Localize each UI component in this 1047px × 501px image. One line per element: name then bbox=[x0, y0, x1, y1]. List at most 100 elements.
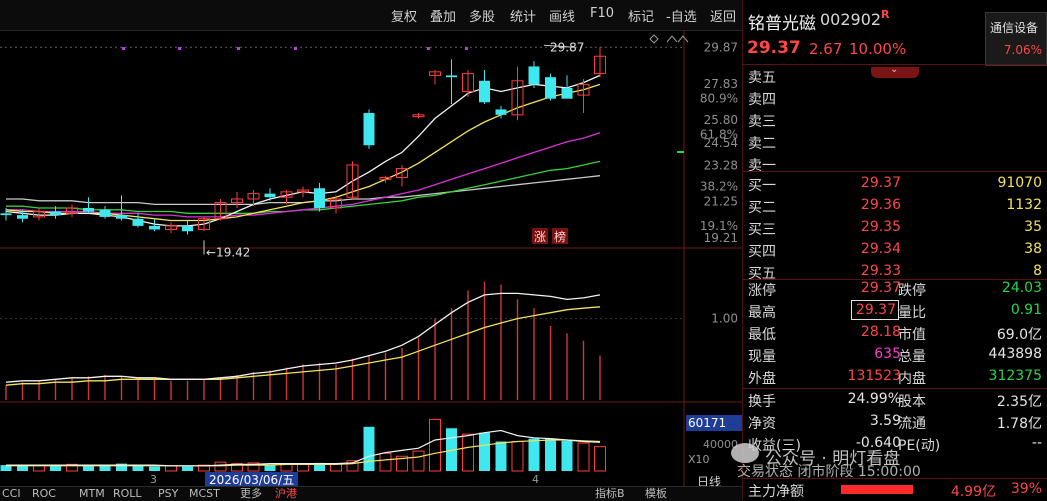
tab-more[interactable]: 更多 bbox=[240, 487, 262, 501]
tab-indicator-b[interactable]: 指标B bbox=[595, 487, 625, 501]
percent-axis-label: 19.1% bbox=[700, 219, 738, 233]
order-buy-2: 买二 29.36 1132 bbox=[748, 197, 1042, 216]
tab-mtm[interactable]: MTM bbox=[79, 487, 105, 501]
price-axis-label: 27.83 bbox=[704, 77, 738, 91]
stat-row-turnover: 换手 24.99% 股本 2.35亿 bbox=[748, 391, 1042, 410]
multi-stock-button[interactable]: 多股 bbox=[469, 6, 495, 25]
signal-dot bbox=[465, 47, 468, 50]
tab-roc[interactable]: ROC bbox=[32, 487, 56, 501]
stat-row-limits: 涨停 29.37 跌停 24.03 bbox=[748, 280, 1042, 299]
signal-dot bbox=[237, 47, 240, 50]
x-tick-april: 4 bbox=[532, 473, 539, 486]
candle-body-down bbox=[116, 215, 127, 219]
tab-hk-connect[interactable]: 沪港 bbox=[275, 487, 297, 501]
price-change-pct: 10.00% bbox=[849, 40, 907, 58]
mainflow-bar bbox=[841, 485, 913, 494]
percent-axis-label: 80.9% bbox=[700, 92, 738, 106]
candle-body-down bbox=[314, 188, 325, 208]
chart-grid bbox=[0, 30, 742, 486]
candle-body-down bbox=[50, 211, 61, 216]
price-axis-label: 23.28 bbox=[704, 158, 738, 172]
tab-roll[interactable]: ROLL bbox=[113, 487, 142, 501]
tab-psy[interactable]: PSY bbox=[158, 487, 178, 501]
candle-body-down bbox=[561, 87, 573, 99]
stat-row-outer-inner: 外盘 131523 内盘 312375 bbox=[748, 368, 1042, 387]
add-watchlist-button[interactable]: -自选 bbox=[666, 6, 697, 25]
candle-body-down bbox=[545, 77, 556, 99]
stat-row-high: 最高 29.37 量比 0.91 bbox=[748, 300, 1042, 321]
volume-bar-down bbox=[495, 441, 507, 471]
stat-row-mainflow: 主力净额 4.99亿 39% bbox=[748, 481, 1042, 500]
limit-tag-1: 涨 bbox=[534, 229, 546, 244]
f10-button[interactable]: F10 bbox=[590, 6, 614, 21]
candle-body-down bbox=[479, 80, 490, 103]
diamond-icon bbox=[649, 34, 659, 44]
volume-bar-down bbox=[132, 465, 144, 471]
volume-bar-down bbox=[99, 465, 111, 471]
last-price: 29.37 bbox=[747, 38, 801, 58]
statistics-button[interactable]: 统计 bbox=[510, 6, 536, 25]
signal-dot bbox=[427, 47, 430, 50]
wechat-logo-icon bbox=[731, 443, 759, 463]
candle-body-down bbox=[528, 66, 540, 85]
order-sell-4: 卖四 bbox=[748, 92, 776, 108]
volume-ma-2 bbox=[6, 439, 601, 467]
tab-template[interactable]: 模板 bbox=[645, 487, 667, 501]
signal-dot bbox=[122, 47, 125, 50]
stat-row-low: 最低 28.18 市值 69.0亿 bbox=[748, 324, 1042, 343]
volume-bar-down bbox=[528, 438, 540, 471]
chart-toolbar: 复权 叠加 多股 统计 画线 F10 标记 -自选 返回 bbox=[0, 0, 742, 31]
signal-dot bbox=[294, 47, 297, 50]
volume-panel bbox=[0, 418, 606, 472]
volume-bar-up bbox=[462, 433, 474, 472]
overlay-button[interactable]: 叠加 bbox=[430, 6, 456, 25]
chart-annotations: 29.87←19.42涨 榜29.8727.8325.8024.5423.2821… bbox=[203, 40, 738, 451]
limit-tag-2: 榜 bbox=[554, 229, 566, 244]
volume-bar-up bbox=[214, 461, 227, 472]
signal-dot bbox=[178, 47, 181, 50]
stock-code: 002902 bbox=[820, 10, 882, 29]
candle-body-down bbox=[149, 225, 160, 230]
sector-name: 通信设备 bbox=[990, 21, 1039, 35]
candle-body-down bbox=[99, 209, 111, 217]
back-button[interactable]: 返回 bbox=[710, 6, 736, 25]
volume-bar-up bbox=[577, 442, 590, 472]
order-sell-3: 卖三 bbox=[748, 114, 776, 130]
tab-cci[interactable]: CCI bbox=[2, 487, 21, 501]
volume-bar-down bbox=[479, 432, 490, 471]
mark-button[interactable]: 标记 bbox=[628, 6, 654, 25]
volume-bar-down bbox=[545, 438, 556, 471]
x-tick-march: 3 bbox=[150, 473, 157, 486]
volume-unit-label: X10 bbox=[688, 453, 710, 466]
price-axis-label: 25.80 bbox=[704, 113, 738, 127]
candle-body-down bbox=[83, 207, 94, 212]
high-price-label: 29.87 bbox=[550, 40, 584, 54]
indicator-axis-label: 1.00 bbox=[711, 312, 738, 326]
volume-bar-up bbox=[379, 452, 392, 472]
candlestick-series bbox=[0, 47, 606, 235]
sector-box[interactable]: 通信设备 7.06% bbox=[985, 12, 1047, 66]
volume-bar-down bbox=[561, 440, 573, 471]
restore-rights-button[interactable]: 复权 bbox=[391, 6, 417, 25]
tab-mcst[interactable]: MCST bbox=[189, 487, 220, 501]
low-price-label: ←19.42 bbox=[206, 245, 250, 259]
chevron-up-icon bbox=[677, 35, 689, 43]
candle-body-down bbox=[446, 75, 457, 78]
percent-axis-label: 38.2% bbox=[700, 179, 738, 193]
indicator-panel bbox=[5, 281, 601, 400]
ma5-line bbox=[5, 74, 601, 227]
volume-bar-down bbox=[182, 466, 193, 471]
kline-chart[interactable]: 29.87←19.42涨 榜29.8727.8325.8024.5423.2821… bbox=[0, 30, 742, 486]
volume-ma-1 bbox=[6, 429, 601, 467]
volume-bar-up bbox=[511, 441, 524, 472]
sector-change: 7.06% bbox=[1003, 43, 1042, 57]
candle-body-down bbox=[132, 218, 144, 226]
price-axis-label: 19.21 bbox=[704, 231, 738, 245]
candle-body-down bbox=[495, 109, 507, 115]
order-buy-1: 买一 29.37 91070 bbox=[748, 175, 1042, 194]
volume-bar-up bbox=[297, 463, 309, 472]
watermark-status: 交易状态 闭市阶段 15:00:00 bbox=[737, 464, 921, 480]
draw-line-button[interactable]: 画线 bbox=[549, 6, 575, 25]
volume-bar-down bbox=[50, 465, 61, 471]
order-buy-3: 买三 29.35 35 bbox=[748, 219, 1042, 238]
